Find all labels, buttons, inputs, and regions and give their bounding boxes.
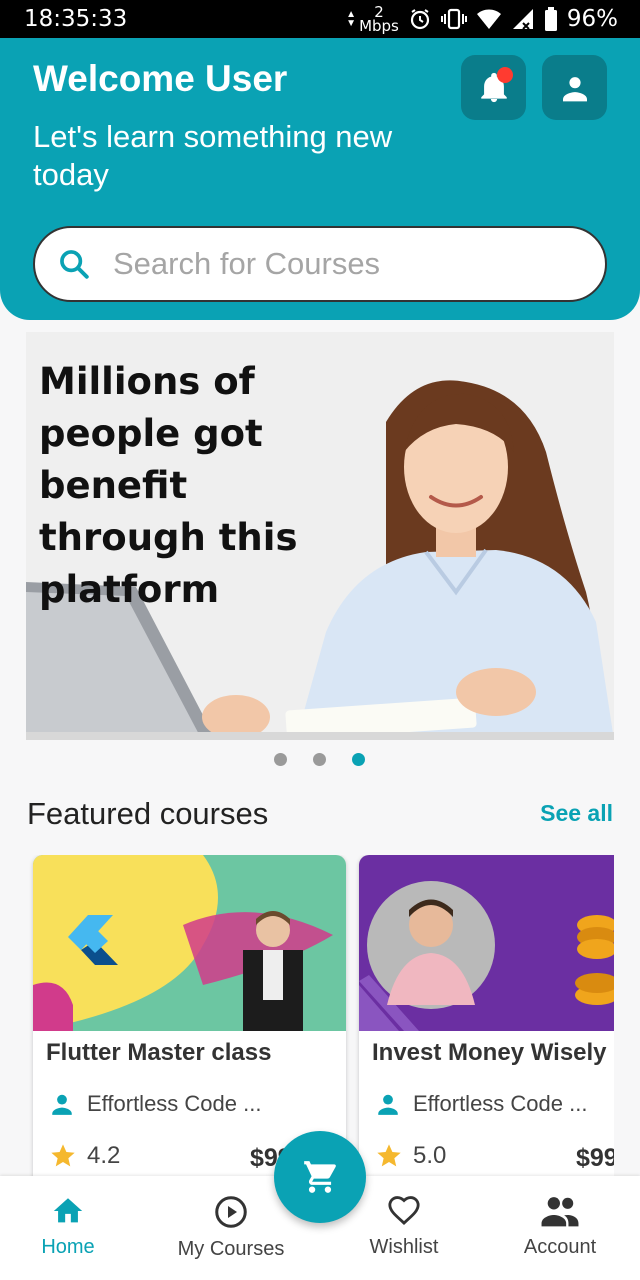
star-icon: [51, 1144, 75, 1167]
welcome-subtitle: Let's learn something new today: [33, 119, 393, 192]
nav-wishlist-label: Wishlist: [369, 1236, 439, 1258]
search-input[interactable]: [113, 246, 573, 282]
featured-section-title: Featured courses: [27, 796, 269, 831]
status-icons: ▲ ▼ 2 Mbps 96%: [346, 4, 618, 34]
search-icon: [60, 250, 89, 279]
star-icon: [377, 1144, 401, 1167]
carousel-dot[interactable]: [313, 753, 326, 766]
status-bar: 18:35:33 ▲ ▼ 2 Mbps 96%: [0, 0, 640, 38]
nav-wishlist[interactable]: Wishlist: [350, 1194, 458, 1259]
nav-my-courses[interactable]: My Courses: [160, 1194, 302, 1261]
course-card[interactable]: Flutter Master class Effortless Code ...…: [33, 855, 346, 1180]
course-author-name: Effortless Code ...: [413, 1091, 588, 1116]
course-rating-value: 4.2: [87, 1142, 121, 1169]
course-title: Invest Money Wisely: [372, 1039, 607, 1066]
nav-my-courses-label: My Courses: [177, 1238, 285, 1260]
carousel-dot-active[interactable]: [352, 753, 365, 766]
battery-percent: 96%: [566, 6, 618, 32]
course-rating-value: 5.0: [413, 1142, 447, 1169]
course-thumbnail: [33, 855, 346, 1031]
notification-badge: [497, 67, 513, 83]
welcome-title: Welcome User: [33, 58, 288, 99]
cart-icon: [304, 1161, 336, 1193]
course-author: Effortless Code ...: [375, 1091, 587, 1117]
course-title: Flutter Master class: [46, 1039, 272, 1066]
play-circle-icon: [215, 1196, 247, 1228]
notifications-button[interactable]: [461, 55, 526, 120]
cart-button[interactable]: [274, 1131, 366, 1223]
cellular-icon: [512, 9, 533, 30]
status-time: 18:35:33: [24, 6, 128, 32]
battery-icon: [544, 7, 557, 31]
course-card[interactable]: Invest Money Wisely Effortless Code ... …: [359, 855, 614, 1180]
see-all-link[interactable]: See all: [540, 800, 613, 827]
wifi-icon: [476, 9, 501, 29]
vibrate-icon: [440, 8, 467, 30]
course-author-name: Effortless Code ...: [87, 1091, 262, 1116]
person-icon: [52, 1094, 72, 1115]
profile-button[interactable]: [542, 55, 607, 120]
header: Welcome User Let's learn something new t…: [0, 38, 640, 320]
promo-banner[interactable]: Millions of people got benefit through t…: [26, 332, 614, 740]
nav-account-label: Account: [523, 1236, 597, 1258]
alarm-icon: [410, 9, 429, 30]
carousel-dot[interactable]: [274, 753, 287, 766]
home-icon: [53, 1198, 83, 1223]
nav-account[interactable]: Account: [504, 1194, 616, 1259]
course-rating: 5.0: [375, 1142, 446, 1170]
people-icon: [541, 1197, 579, 1227]
course-price: $99: [576, 1144, 614, 1172]
person-icon: [378, 1094, 398, 1115]
nav-home-label: Home: [41, 1236, 95, 1258]
heart-icon: [388, 1196, 420, 1225]
course-rating: 4.2: [49, 1142, 120, 1170]
carousel-indicator: [274, 753, 365, 766]
network-speed: ▲ ▼ 2 Mbps: [346, 3, 399, 35]
featured-courses-list: Flutter Master class Effortless Code ...…: [0, 855, 614, 1180]
banner-headline: Millions of people got benefit through t…: [39, 360, 298, 611]
person-icon: [562, 76, 587, 101]
nav-home[interactable]: Home: [20, 1194, 116, 1259]
network-speed-unit: Mbps: [359, 17, 399, 35]
course-author: Effortless Code ...: [49, 1091, 261, 1117]
course-thumbnail: [359, 855, 614, 1031]
search-bar[interactable]: [33, 226, 607, 302]
